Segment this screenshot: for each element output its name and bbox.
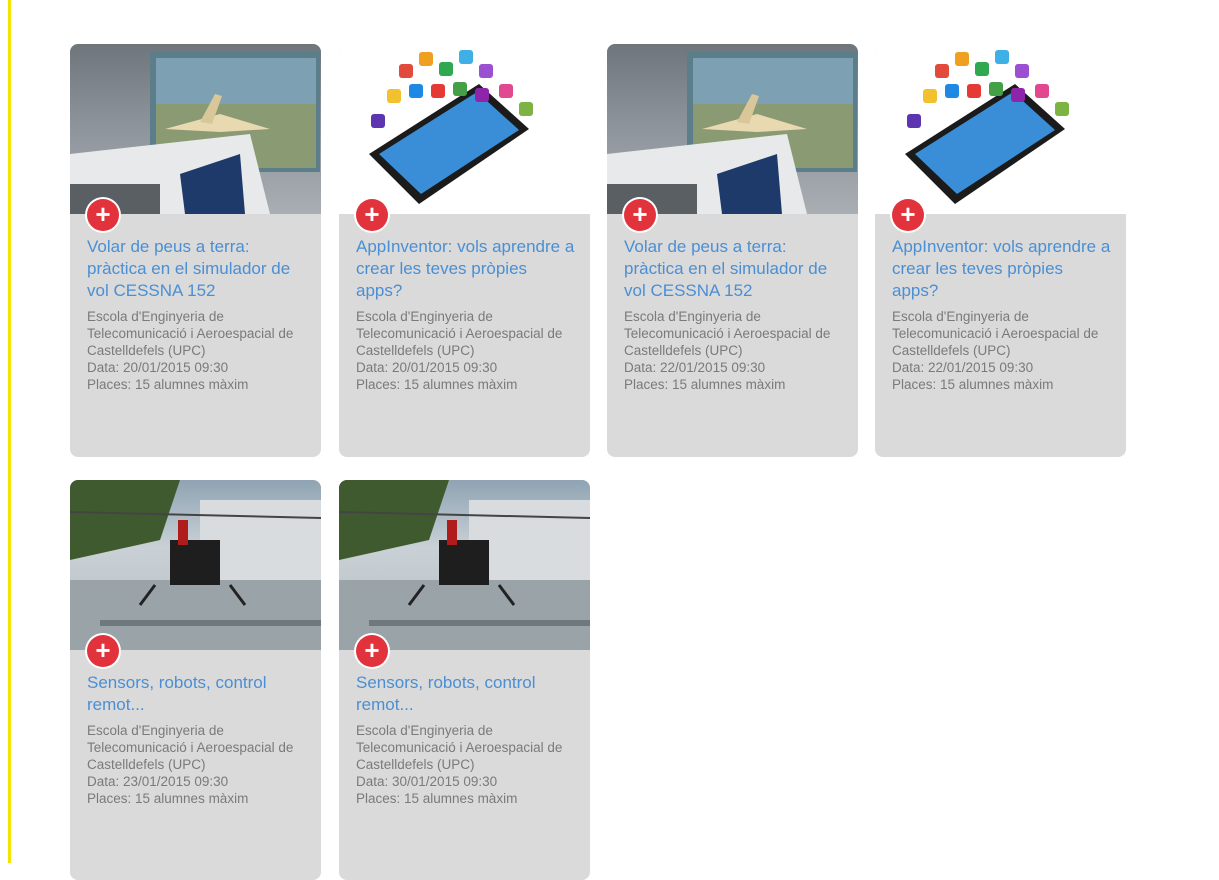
- activity-title[interactable]: Volar de peus a terra: pràctica en el si…: [624, 236, 844, 302]
- activity-title[interactable]: Sensors, robots, control remot...: [87, 672, 307, 716]
- school-name: Escola d'Enginyeria de Telecomunicació i…: [87, 723, 294, 772]
- add-button[interactable]: +: [356, 199, 388, 231]
- school-name: Escola d'Enginyeria de Telecomunicació i…: [624, 309, 831, 358]
- plus-icon: +: [900, 199, 916, 229]
- activity-card[interactable]: drone-helicopter-photo + Sensors, robots…: [70, 480, 321, 880]
- activity-date: Data: 22/01/2015 09:30: [892, 360, 1034, 375]
- activity-places: Places: 15 alumnes màxim: [87, 791, 249, 806]
- flight-simulator-image[interactable]: flight-simulator-photo: [607, 44, 858, 214]
- activity-title[interactable]: Sensors, robots, control remot...: [356, 672, 576, 716]
- activity-places: Places: 15 alumnes màxim: [356, 791, 518, 806]
- side-accent-rule: [8, 0, 11, 863]
- activity-title[interactable]: AppInventor: vols aprendre a crear les t…: [892, 236, 1112, 302]
- flight-simulator-image[interactable]: flight-simulator-photo: [70, 44, 321, 214]
- plus-icon: +: [632, 199, 648, 229]
- activity-places: Places: 15 alumnes màxim: [356, 377, 518, 392]
- activity-meta: Escola d'Enginyeria de Telecomunicació i…: [87, 308, 307, 393]
- school-name: Escola d'Enginyeria de Telecomunicació i…: [356, 309, 563, 358]
- smartphone-apps-image[interactable]: smartphone-apps-illustration: [339, 44, 590, 214]
- school-name: Escola d'Enginyeria de Telecomunicació i…: [87, 309, 294, 358]
- smartphone-apps-image[interactable]: smartphone-apps-illustration: [875, 44, 1126, 214]
- activity-meta: Escola d'Enginyeria de Telecomunicació i…: [87, 722, 307, 807]
- activity-date: Data: 20/01/2015 09:30: [356, 360, 498, 375]
- activity-date: Data: 23/01/2015 09:30: [87, 774, 229, 789]
- activity-title[interactable]: AppInventor: vols aprendre a crear les t…: [356, 236, 576, 302]
- plus-icon: +: [95, 635, 111, 665]
- add-button[interactable]: +: [356, 635, 388, 667]
- activity-meta: Escola d'Enginyeria de Telecomunicació i…: [624, 308, 844, 393]
- plus-icon: +: [95, 199, 111, 229]
- add-button[interactable]: +: [87, 199, 119, 231]
- activity-date: Data: 20/01/2015 09:30: [87, 360, 229, 375]
- activity-card[interactable]: smartphone-apps-illustration + AppInvent…: [339, 44, 590, 457]
- plus-icon: +: [364, 199, 380, 229]
- activity-meta: Escola d'Enginyeria de Telecomunicació i…: [356, 722, 576, 807]
- plus-icon: +: [364, 635, 380, 665]
- activity-card[interactable]: flight-simulator-photo + Volar de peus a…: [607, 44, 858, 457]
- drone-helicopter-image[interactable]: drone-helicopter-photo: [339, 480, 590, 650]
- activity-meta: Escola d'Enginyeria de Telecomunicació i…: [356, 308, 576, 393]
- add-button[interactable]: +: [624, 199, 656, 231]
- activity-title[interactable]: Volar de peus a terra: pràctica en el si…: [87, 236, 307, 302]
- school-name: Escola d'Enginyeria de Telecomunicació i…: [356, 723, 563, 772]
- activity-card[interactable]: drone-helicopter-photo + Sensors, robots…: [339, 480, 590, 880]
- activity-places: Places: 15 alumnes màxim: [87, 377, 249, 392]
- add-button[interactable]: +: [892, 199, 924, 231]
- activity-date: Data: 22/01/2015 09:30: [624, 360, 766, 375]
- activity-card[interactable]: flight-simulator-photo + Volar de peus a…: [70, 44, 321, 457]
- activity-places: Places: 15 alumnes màxim: [892, 377, 1054, 392]
- activity-card[interactable]: smartphone-apps-illustration + AppInvent…: [875, 44, 1126, 457]
- activity-meta: Escola d'Enginyeria de Telecomunicació i…: [892, 308, 1112, 393]
- activity-places: Places: 15 alumnes màxim: [624, 377, 786, 392]
- activity-date: Data: 30/01/2015 09:30: [356, 774, 498, 789]
- school-name: Escola d'Enginyeria de Telecomunicació i…: [892, 309, 1099, 358]
- drone-helicopter-image[interactable]: drone-helicopter-photo: [70, 480, 321, 650]
- add-button[interactable]: +: [87, 635, 119, 667]
